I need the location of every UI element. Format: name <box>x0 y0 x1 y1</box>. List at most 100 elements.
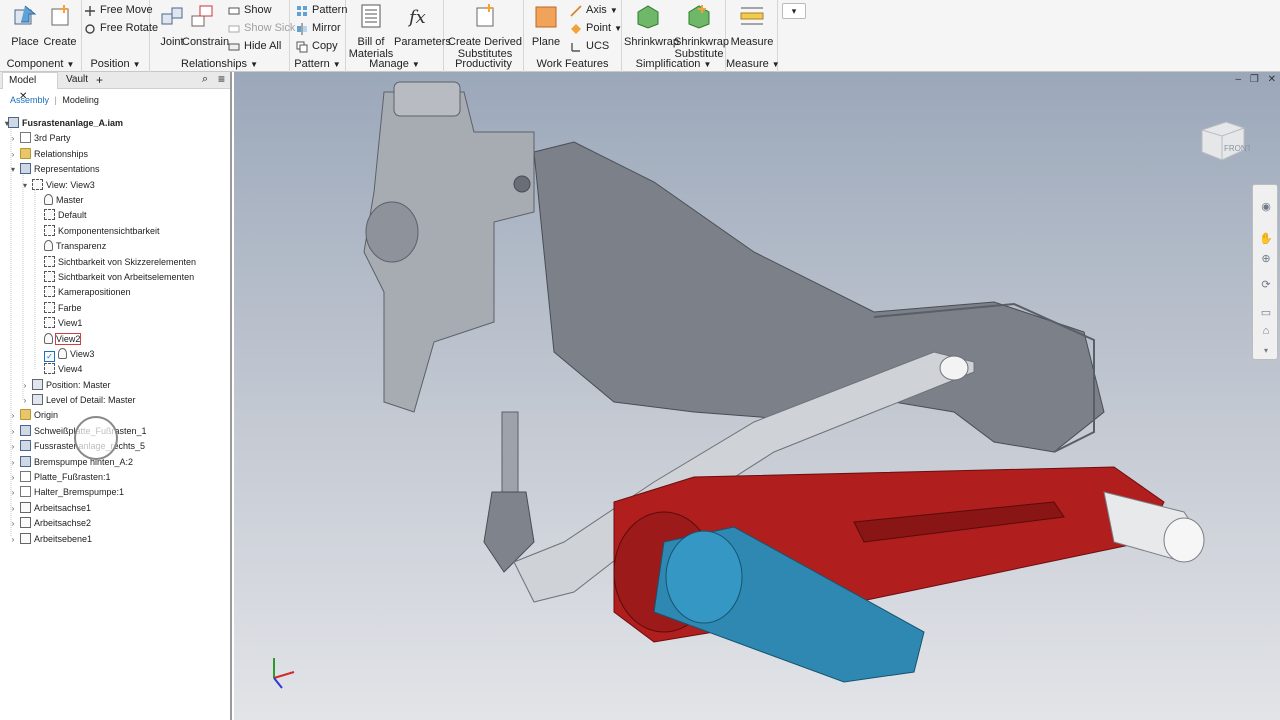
productivity-group-label: Productivity <box>455 58 512 70</box>
assembly-icon <box>20 425 31 436</box>
tree-item-arbeitsebene1[interactable]: › Arbeitsebene1 <box>12 532 92 547</box>
create-button[interactable]: Create <box>38 2 82 54</box>
free-move-button[interactable]: Free Move <box>84 2 153 19</box>
ribbon-group-work-features: Plane Axis ▼ Point ▼ UCS Work Features <box>524 0 622 72</box>
ucs-button[interactable]: UCS <box>570 38 609 55</box>
tree-item-master[interactable]: Master <box>44 193 84 208</box>
tree-item-view1[interactable]: View1 <box>44 316 82 331</box>
tree-item-level-of-detail[interactable]: › Level of Detail: Master <box>24 393 136 408</box>
show-button[interactable]: Show <box>228 2 272 19</box>
expand-icon[interactable]: › <box>8 532 18 547</box>
expand-icon[interactable]: › <box>8 424 18 439</box>
assembly-icon <box>20 440 31 451</box>
tree-item-arbeitsachse2[interactable]: › Arbeitsachse2 <box>12 516 91 531</box>
tree-item-sichtbarkeit-skizzen[interactable]: Sichtbarkeit von Skizzerelementen <box>44 255 196 270</box>
manage-group-label[interactable]: Manage ▼ <box>346 57 443 71</box>
parameters-button[interactable]: fx Parameters <box>394 2 451 54</box>
copy-icon <box>296 41 308 53</box>
point-button[interactable]: Point ▼ <box>570 20 622 37</box>
measure-group-label[interactable]: Measure ▼ <box>726 57 780 71</box>
copy-button[interactable]: Copy <box>296 38 338 55</box>
expand-icon[interactable]: › <box>20 378 30 393</box>
expand-icon[interactable]: › <box>8 501 18 516</box>
search-icon[interactable]: ⌕ <box>202 73 208 86</box>
free-rotate-button[interactable]: Free Rotate <box>84 20 158 37</box>
tree-item-sichtbarkeit-arbeits[interactable]: Sichtbarkeit von Arbeitselementen <box>44 270 194 285</box>
tree-item-komponentensichtbarkeit[interactable]: Komponentensichtbarkeit <box>44 224 160 239</box>
work-axis-icon <box>20 502 31 513</box>
view-rep-icon <box>44 286 55 297</box>
ribbon-overflow-dropdown[interactable]: ▾ <box>782 3 806 19</box>
expand-icon[interactable]: › <box>8 147 18 162</box>
bill-of-materials-button[interactable]: Bill of Materials <box>348 2 394 60</box>
ribbon-group-manage: Bill of Materials fx Parameters Manage ▼ <box>346 0 451 72</box>
measure-button[interactable]: Measure <box>729 2 775 54</box>
subtab-assembly[interactable]: Assembly <box>10 95 49 105</box>
tree-item-platte-fussrasten[interactable]: › Platte_Fußrasten:1 <box>12 470 111 485</box>
expand-icon[interactable]: › <box>8 470 18 485</box>
tree-item-kamerapositionen[interactable]: Kamerapositionen <box>44 285 131 300</box>
show-sick-icon <box>228 25 240 33</box>
relationships-group-label[interactable]: Relationships ▼ <box>150 57 289 71</box>
ribbon-group-simplification: Shrinkwrap Shrinkwrap Substitute Simplif… <box>622 0 729 72</box>
expand-icon[interactable]: › <box>20 393 30 408</box>
pattern-group-label[interactable]: Pattern ▼ <box>290 57 345 71</box>
tree-item-relationships[interactable]: › Relationships <box>12 147 88 162</box>
tree-item-origin[interactable]: › Origin <box>12 408 58 423</box>
mirror-icon <box>297 23 307 35</box>
view-rep-icon <box>44 363 55 374</box>
tab-model[interactable]: Model ✕ <box>2 72 58 102</box>
expand-icon[interactable]: › <box>8 516 18 531</box>
ribbon-group-pattern: Pattern Mirror Copy Pattern ▼ <box>290 0 347 72</box>
tree-item-view-view3[interactable]: ▾ View: View3 <box>23 178 95 193</box>
shrinkwrap-button[interactable]: Shrinkwrap <box>624 2 679 54</box>
expand-icon[interactable]: › <box>8 131 18 146</box>
hide-all-button[interactable]: Hide All <box>228 38 281 55</box>
axis-button[interactable]: Axis ▼ <box>570 2 618 19</box>
tree-item-halter-bremspumpe[interactable]: › Halter_Bremspumpe:1 <box>12 485 124 500</box>
component-group-label[interactable]: Component ▼ <box>0 57 81 71</box>
menu-icon[interactable]: ≡ <box>218 72 225 86</box>
tree-item-view3[interactable]: ✓ View3 <box>44 347 94 362</box>
subtab-divider: | <box>54 95 57 105</box>
expand-icon[interactable]: › <box>8 455 18 470</box>
tree-item-transparenz[interactable]: Transparenz <box>44 239 106 254</box>
add-tab-icon[interactable]: + <box>96 73 103 87</box>
place-icon <box>14 5 37 25</box>
browser-subtabs: Assembly | Modeling <box>0 89 230 111</box>
collapse-icon[interactable]: ▾ <box>8 162 18 177</box>
tree-item-view4[interactable]: View4 <box>44 362 82 377</box>
expand-icon[interactable]: › <box>8 485 18 500</box>
tree-item-arbeitsachse1[interactable]: › Arbeitsachse1 <box>12 501 91 516</box>
show-sick-button[interactable]: Show Sick <box>228 20 295 37</box>
position-group-label[interactable]: Position ▼ <box>82 57 149 71</box>
expand-icon[interactable]: › <box>8 439 18 454</box>
blue-hub <box>665 530 743 624</box>
tree-item-bremspumpe[interactable]: › Bremspumpe hinten_A:2 <box>12 455 133 470</box>
3d-model-assembly[interactable] <box>234 72 1280 720</box>
ribbon-group-position: Free Move Free Rotate Position ▼ <box>82 0 158 72</box>
pattern-button[interactable]: Pattern <box>296 2 347 19</box>
shrinkwrap-substitute-button[interactable]: Shrinkwrap Substitute <box>674 2 729 60</box>
pump-cap <box>393 81 461 117</box>
graphics-viewport[interactable]: – ❐ ✕ FRONT ◉ ✋ ⊕ ⟳ ▭ ⌂ ▾ <box>234 72 1280 720</box>
expand-icon[interactable]: › <box>8 408 18 423</box>
tree-item-default[interactable]: Default <box>44 208 87 223</box>
subtab-modeling[interactable]: Modeling <box>62 95 99 105</box>
simplification-group-label[interactable]: Simplification ▼ <box>622 57 725 71</box>
tree-item-position-master[interactable]: › Position: Master <box>24 378 111 393</box>
tree-item-view2[interactable]: View2 <box>44 332 82 347</box>
collapse-icon[interactable]: ▾ <box>2 116 12 131</box>
third-party-icon <box>20 132 31 143</box>
tree-root-assembly[interactable]: ▾ Fusrastenanlage_A.iam <box>5 116 123 131</box>
plane-button[interactable]: Plane <box>524 2 568 54</box>
tree-item-3rd-party[interactable]: › 3rd Party <box>12 131 71 146</box>
tree-item-representations[interactable]: ▾ Representations <box>11 162 100 177</box>
create-derived-substitutes-button[interactable]: Create Derived Substitutes <box>448 2 522 60</box>
browser-tabs: Model ✕ Vault + ⌕ ≡ <box>0 72 230 102</box>
mirror-button[interactable]: Mirror <box>296 20 341 37</box>
constrain-button[interactable]: Constrain <box>182 2 229 54</box>
collapse-icon[interactable]: ▾ <box>20 178 30 193</box>
tree-item-farbe[interactable]: Farbe <box>44 301 82 316</box>
bom-label-1: Bill of <box>357 36 385 48</box>
